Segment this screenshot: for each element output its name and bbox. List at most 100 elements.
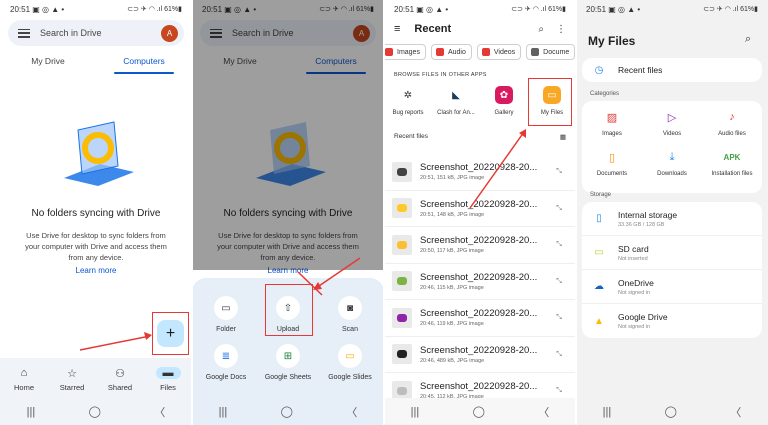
status-bar: 20:51 ▣ ◎ ▲ • ⊂⊃ ✈ ◠ .ıl 61%▮	[576, 0, 768, 18]
list-item[interactable]: Screenshot_20220928-20... 20:46, 119 kB, …	[384, 300, 576, 337]
chip-documents[interactable]: Docume	[526, 44, 576, 60]
recents-icon[interactable]: |||	[603, 406, 612, 418]
image-icon	[385, 48, 393, 56]
sheet-google-slides[interactable]: ▭ Google Slides	[318, 344, 382, 381]
nav-home-label: Home	[13, 383, 34, 392]
apk-icon: APK	[723, 152, 741, 162]
category-documents-label: Documents	[596, 171, 628, 177]
recents-icon[interactable]: |||	[411, 406, 420, 418]
expand-icon[interactable]: ⤡	[552, 205, 566, 212]
search-icon[interactable]: ⌕	[745, 33, 751, 46]
storage-internal[interactable]: ▯ Internal storage 33.36 GB / 128 GB	[582, 202, 762, 236]
category-installation-label: Installation files	[711, 171, 753, 177]
nav-home[interactable]: ⌂ Home	[0, 358, 48, 398]
tab-computers[interactable]: Computers	[96, 52, 192, 74]
recents-icon[interactable]: |||	[219, 406, 228, 418]
list-item[interactable]: Screenshot_20220928-20... 20:46, 115 kB, …	[384, 264, 576, 300]
chip-videos[interactable]: Videos	[476, 44, 522, 60]
hamburger-menu-icon[interactable]: ≡	[394, 23, 400, 35]
tab-my-drive[interactable]: My Drive	[0, 52, 96, 72]
search-icon[interactable]: ⌕	[538, 24, 544, 35]
account-avatar[interactable]: A	[161, 24, 178, 42]
sheet-docs-label: Google Docs	[205, 374, 247, 381]
home-circle-icon[interactable]: ◯	[281, 405, 293, 418]
expand-icon[interactable]: ⤡	[552, 278, 566, 285]
status-time: 20:51	[586, 4, 607, 14]
bug-icon: ✲	[403, 89, 413, 101]
sheet-folder[interactable]: ▭ Folder	[194, 296, 258, 333]
home-circle-icon[interactable]: ◯	[665, 405, 677, 418]
gallery-icon: ✿	[495, 86, 513, 104]
download-icon: ⤓	[669, 150, 675, 163]
chip-images[interactable]: Images	[384, 44, 426, 60]
drive-search-bar[interactable]: Search in Drive A	[8, 20, 184, 46]
list-item[interactable]: Screenshot_20220928-20... 20:46, 489 kB, …	[384, 337, 576, 373]
more-options-icon[interactable]: ⋮	[556, 24, 566, 35]
home-circle-icon[interactable]: ◯	[89, 405, 101, 418]
category-videos[interactable]: ▷ Videos	[642, 109, 702, 149]
storage-sd-label: SD card	[618, 243, 649, 254]
list-item[interactable]: Screenshot_20220928-20... 20:51, 148 kB, …	[384, 191, 576, 227]
nav-shared[interactable]: ⚇ Shared	[96, 358, 144, 398]
recent-files-card[interactable]: ◷ Recent files	[582, 58, 762, 82]
sheet-google-sheets[interactable]: ⊞ Google Sheets	[256, 344, 320, 381]
storage-google-drive[interactable]: ▲ Google Drive Not signed in	[582, 304, 762, 338]
sheet-scan[interactable]: ◙ Scan	[318, 296, 382, 333]
app-bug-reports[interactable]: ✲ Bug reports	[384, 86, 432, 117]
home-circle-icon[interactable]: ◯	[473, 405, 485, 418]
status-indicators: ▣ ◎ ▲ •	[608, 4, 641, 14]
expand-icon[interactable]: ⤡	[552, 351, 566, 358]
nav-starred[interactable]: ☆ Starred	[48, 358, 96, 398]
new-fab-button[interactable]: +	[157, 320, 184, 347]
back-icon[interactable]: 〈	[730, 404, 741, 420]
chip-audio[interactable]: Audio	[430, 44, 472, 60]
back-icon[interactable]: 〈	[154, 404, 165, 420]
nav-files[interactable]: ▬ Files	[144, 358, 192, 398]
sd-card-icon: ▭	[594, 247, 604, 258]
storage-gdrive-sub: Not signed in	[618, 324, 651, 330]
category-images[interactable]: ▨ Images	[582, 109, 642, 149]
grid-view-icon[interactable]: ▦	[560, 133, 566, 141]
audio-icon	[435, 48, 444, 56]
status-bar: 20:51 ▣ ◎ ▲ • ⊂⊃ ✈ ◠ .ıl 61%▮	[0, 0, 192, 18]
status-time: 20:51	[10, 4, 31, 14]
category-downloads[interactable]: ⤓ Downloads	[642, 149, 702, 189]
file-meta: 20:46, 489 kB, JPG image	[420, 357, 485, 364]
expand-icon[interactable]: ⤡	[552, 387, 566, 394]
search-placeholder: Search in Drive	[40, 28, 102, 38]
status-right: ⊂⊃ ✈ ◠ .ıl 61%▮	[511, 6, 566, 13]
people-icon: ⚇	[115, 367, 125, 380]
recents-icon[interactable]: |||	[27, 406, 36, 418]
list-item[interactable]: Screenshot_20220928-20... 20:50, 117 kB, …	[384, 227, 576, 264]
file-meta: 20:51, 148 kB, JPG image	[420, 211, 485, 218]
sheet-google-docs[interactable]: ≣ Google Docs	[194, 344, 258, 381]
back-icon[interactable]: 〈	[346, 404, 357, 420]
app-clash[interactable]: ◣ Clash for An...	[432, 86, 480, 117]
music-note-icon: ♪	[729, 111, 735, 123]
category-audio[interactable]: ♪ Audio files	[702, 109, 762, 149]
scrim-overlay[interactable]	[192, 0, 384, 270]
file-meta: 20:46, 115 kB, JPG image	[420, 284, 484, 291]
chip-audio-label: Audio	[447, 48, 466, 56]
back-icon[interactable]: 〈	[538, 404, 549, 420]
learn-more-link[interactable]: Learn more	[0, 266, 192, 275]
document-icon	[531, 48, 540, 56]
expand-icon[interactable]: ⤡	[552, 241, 566, 248]
camera-icon: ◙	[338, 296, 362, 320]
storage-onedrive[interactable]: ☁ OneDrive Not signed in	[582, 270, 762, 304]
hamburger-menu-icon[interactable]	[18, 28, 30, 38]
image-thumbnail	[392, 234, 412, 255]
category-installation[interactable]: APK Installation files	[702, 149, 762, 189]
image-thumbnail	[392, 271, 412, 292]
sheet-sheets-label: Google Sheets	[264, 374, 312, 381]
play-icon: ▷	[667, 111, 677, 124]
recent-files-list: Screenshot_20220928-20... 20:51, 151 kB, …	[384, 154, 576, 410]
expand-icon[interactable]: ⤡	[552, 168, 566, 175]
nav-files-label: Files	[160, 383, 176, 392]
storage-label: Storage	[590, 192, 612, 198]
app-gallery[interactable]: ✿ Gallery	[480, 86, 528, 116]
category-documents[interactable]: ▯ Documents	[582, 149, 642, 189]
storage-sd-card[interactable]: ▭ SD card Not inserted	[582, 236, 762, 270]
list-item[interactable]: Screenshot_20220928-20... 20:51, 151 kB, …	[384, 154, 576, 191]
expand-icon[interactable]: ⤡	[552, 314, 566, 321]
